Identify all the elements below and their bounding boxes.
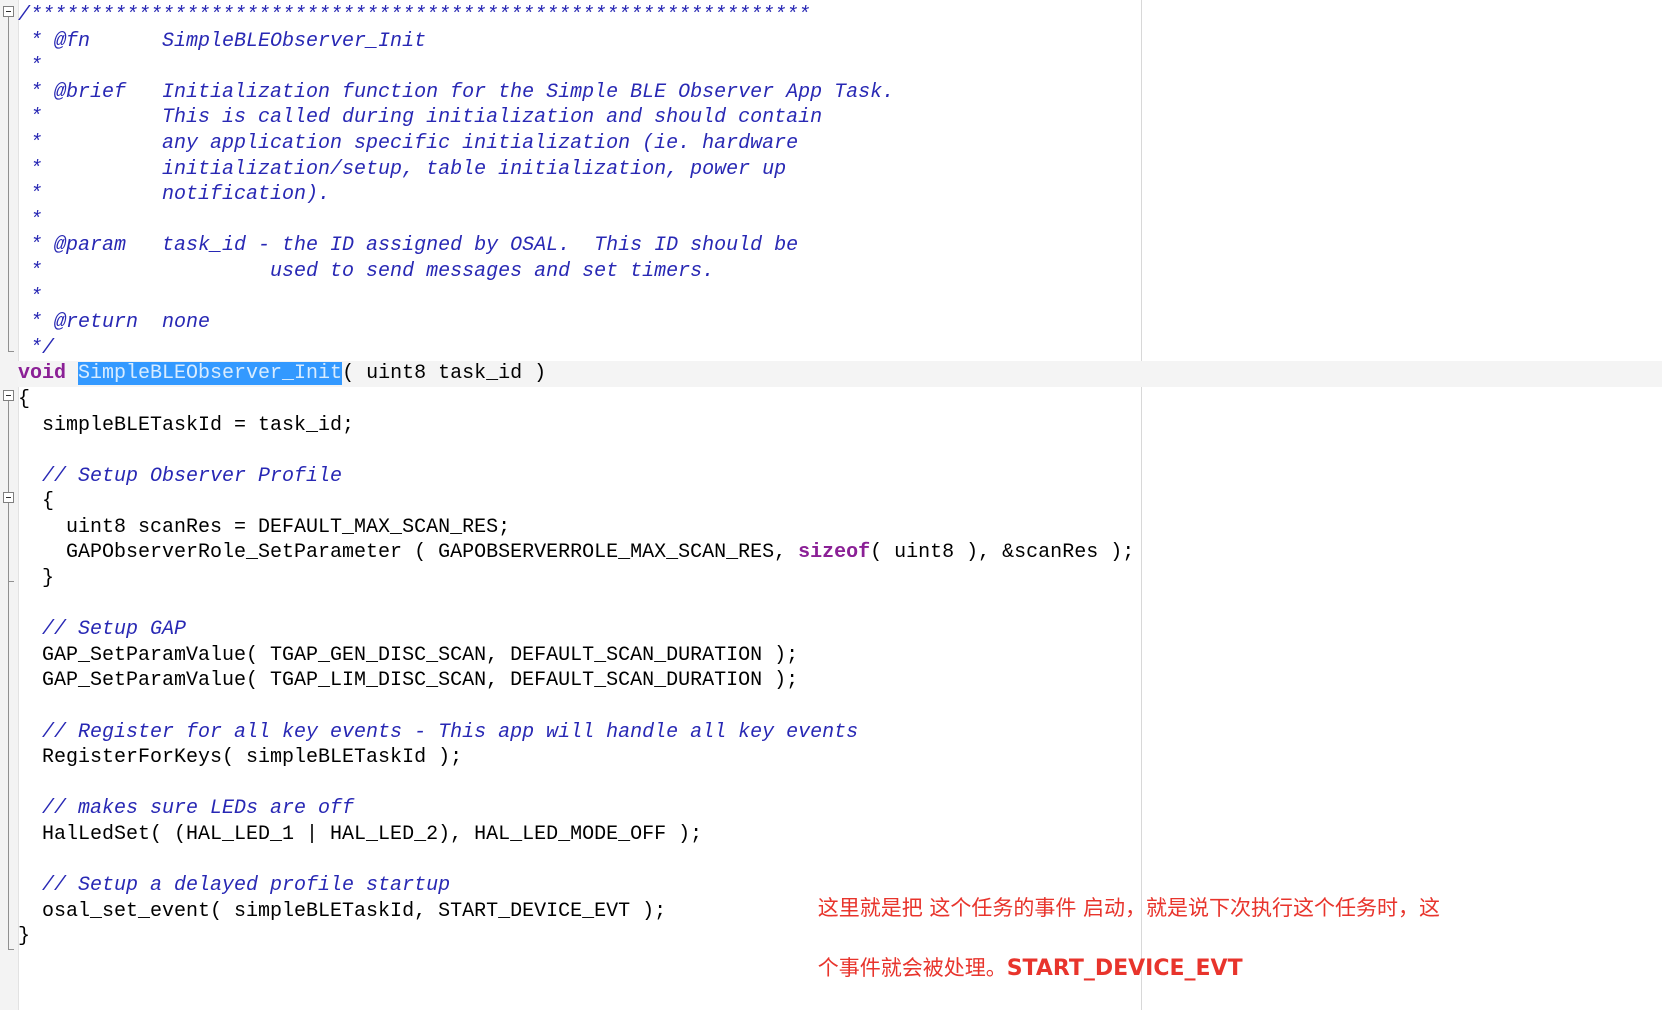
code-token: } [18, 567, 55, 591]
code-line[interactable]: * [18, 285, 1662, 311]
selected-identifier[interactable]: SimpleBLEObserver_Init [78, 362, 343, 386]
code-token: uint8 scanRes = DEFAULT_MAX_SCAN_RES; [18, 515, 511, 539]
code-line[interactable]: // Setup GAP [18, 617, 1662, 643]
comment-token: * @fn SimpleBLEObserver_Init [18, 29, 427, 53]
code-line[interactable]: } [18, 924, 1662, 950]
code-line[interactable]: { [18, 489, 1662, 515]
code-line[interactable] [18, 848, 1662, 874]
code-folding-gutter[interactable] [0, 0, 19, 1010]
comment-token: */ [18, 336, 55, 360]
code-line[interactable]: void SimpleBLEObserver_Init( uint8 task_… [18, 361, 1662, 387]
code-line[interactable]: * notification). [18, 182, 1662, 208]
code-line[interactable]: // Setup Observer Profile [18, 464, 1662, 490]
comment-token: * used to send messages and set timers. [18, 259, 715, 283]
comment-token: // Setup a delayed profile startup [18, 874, 451, 898]
fold-range-line-comment-block [8, 17, 9, 351]
code-line[interactable]: // Register for all key events - This ap… [18, 720, 1662, 746]
code-line[interactable]: GAP_SetParamValue( TGAP_GEN_DISC_SCAN, D… [18, 643, 1662, 669]
code-line[interactable]: osal_set_event( simpleBLETaskId, START_D… [18, 899, 1662, 925]
comment-token: * any application specific initializatio… [18, 131, 799, 155]
code-line[interactable]: simpleBLETaskId = task_id; [18, 413, 1662, 439]
code-token: RegisterForKeys( simpleBLETaskId ); [18, 746, 463, 770]
comment-token: * [18, 55, 43, 79]
comment-token: * [18, 285, 43, 309]
code-line[interactable]: /***************************************… [18, 3, 1662, 29]
comment-token: /***************************************… [18, 4, 811, 27]
code-token: { [18, 490, 55, 514]
comment-token: * notification). [18, 183, 331, 207]
comment-token: * This is called during initialization a… [18, 106, 823, 130]
code-line[interactable] [18, 771, 1662, 797]
fold-range-end-comment-block [8, 351, 14, 352]
code-token: simpleBLETaskId = task_id; [18, 413, 355, 437]
fold-toggle-function-body[interactable] [3, 390, 14, 401]
fold-range-end-function-body [8, 949, 14, 950]
code-line[interactable]: uint8 scanRes = DEFAULT_MAX_SCAN_RES; [18, 515, 1662, 541]
code-token: GAPObserverRole_SetParameter ( GAPOBSERV… [18, 541, 799, 565]
code-line[interactable]: // makes sure LEDs are off [18, 796, 1662, 822]
code-line[interactable]: { [18, 387, 1662, 413]
code-token: GAP_SetParamValue( TGAP_LIM_DISC_SCAN, D… [18, 669, 799, 693]
fold-range-line-inner-scope [8, 503, 9, 581]
comment-token: // Setup GAP [18, 618, 187, 642]
code-line[interactable]: * This is called during initialization a… [18, 105, 1662, 131]
code-line[interactable]: * any application specific initializatio… [18, 131, 1662, 157]
code-token: { [18, 387, 31, 411]
code-line[interactable]: * @return none [18, 310, 1662, 336]
fold-range-line-function-body [8, 401, 9, 949]
keyword-token: void [18, 362, 79, 386]
code-line[interactable]: } [18, 566, 1662, 592]
code-line[interactable]: GAP_SetParamValue( TGAP_LIM_DISC_SCAN, D… [18, 668, 1662, 694]
comment-token: * @brief Initialization function for the… [18, 80, 895, 104]
comment-token: // Setup Observer Profile [18, 464, 343, 488]
code-line[interactable]: * @brief Initialization function for the… [18, 80, 1662, 106]
code-line[interactable]: * used to send messages and set timers. [18, 259, 1662, 285]
code-token: osal_set_event( simpleBLETaskId, START_D… [18, 899, 667, 923]
code-line[interactable]: RegisterForKeys( simpleBLETaskId ); [18, 745, 1662, 771]
code-token: } [18, 925, 31, 949]
code-editor-view[interactable]: /***************************************… [0, 0, 1662, 1010]
code-line[interactable]: // Setup a delayed profile startup [18, 873, 1662, 899]
code-line[interactable] [18, 592, 1662, 618]
source-code-text[interactable]: /***************************************… [18, 0, 1662, 1010]
code-line[interactable]: * [18, 54, 1662, 80]
keyword-token: sizeof [798, 541, 871, 565]
code-line[interactable]: * initialization/setup, table initializa… [18, 157, 1662, 183]
code-line[interactable]: * @fn SimpleBLEObserver_Init [18, 29, 1662, 55]
code-line[interactable]: * [18, 208, 1662, 234]
comment-token: // Register for all key events - This ap… [18, 720, 859, 744]
comment-token: * @return none [18, 311, 211, 335]
fold-toggle-comment-block[interactable] [3, 6, 14, 17]
code-token: GAP_SetParamValue( TGAP_GEN_DISC_SCAN, D… [18, 643, 799, 667]
code-token: ( uint8 ), &scanRes ); [870, 541, 1135, 565]
comment-token: * @param task_id - the ID assigned by OS… [18, 234, 799, 258]
code-token: HalLedSet( (HAL_LED_1 | HAL_LED_2), HAL_… [18, 823, 703, 846]
code-line[interactable]: * @param task_id - the ID assigned by OS… [18, 233, 1662, 259]
code-token: ( uint8 task_id ) [342, 362, 547, 386]
fold-range-end-inner-scope [8, 581, 14, 582]
code-line[interactable] [18, 694, 1662, 720]
code-line[interactable] [18, 438, 1662, 464]
comment-token: * initialization/setup, table initializa… [18, 157, 787, 181]
comment-token: * [18, 208, 43, 232]
code-line[interactable]: HalLedSet( (HAL_LED_1 | HAL_LED_2), HAL_… [18, 822, 1662, 848]
comment-token: // makes sure LEDs are off [18, 797, 355, 821]
code-line[interactable]: GAPObserverRole_SetParameter ( GAPOBSERV… [18, 540, 1662, 566]
fold-toggle-inner-scope[interactable] [3, 492, 14, 503]
code-line[interactable]: */ [18, 336, 1662, 362]
